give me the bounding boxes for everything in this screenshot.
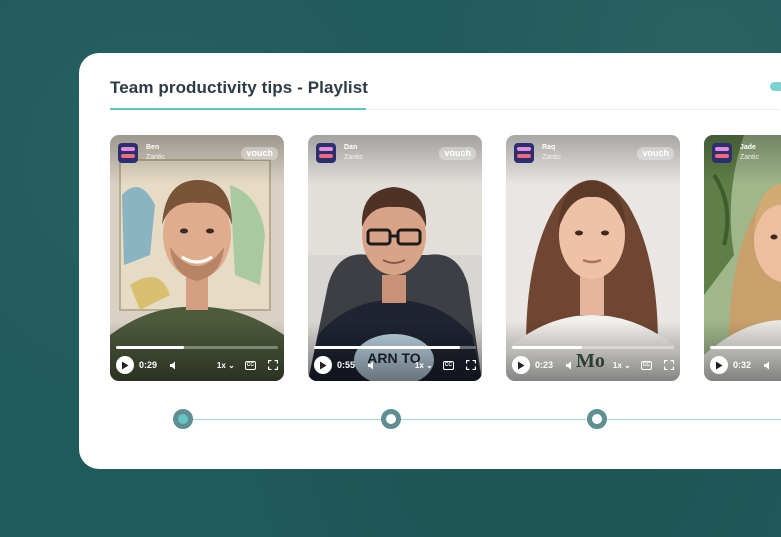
speed-label: 1x <box>216 360 226 370</box>
vouch-logo-icon <box>118 143 138 163</box>
video-card-jade[interactable]: Jade Zantic vouch 0:32 1x ⌄ CC <box>704 135 781 381</box>
captions-button[interactable]: CC <box>640 360 652 370</box>
speed-label: 1x <box>414 360 424 370</box>
volume-button[interactable] <box>565 361 574 370</box>
vouch-logo-icon <box>316 143 336 163</box>
fullscreen-icon <box>268 360 278 370</box>
player-controls: 0:55 1x ⌄ CC <box>314 356 476 374</box>
video-card-dan[interactable]: ARN TO Dan Zantic vouch 0:55 1x ⌄ CC <box>308 135 482 381</box>
play-button[interactable] <box>710 356 728 374</box>
timeline-node[interactable] <box>587 409 607 429</box>
volume-icon <box>368 361 373 369</box>
play-button[interactable] <box>314 356 332 374</box>
vouch-logo-icon <box>514 143 534 163</box>
progress-bar[interactable] <box>116 346 278 349</box>
volume-button[interactable] <box>169 361 178 370</box>
progress-fill <box>710 346 781 349</box>
play-icon <box>122 361 129 369</box>
player-controls: 0:29 1x ⌄ CC <box>116 356 278 374</box>
volume-button[interactable] <box>763 361 772 370</box>
fullscreen-icon <box>664 360 674 370</box>
captions-button[interactable]: CC <box>442 360 454 370</box>
title-underline <box>110 108 366 110</box>
vouch-badge: vouch <box>637 147 674 160</box>
volume-icon <box>566 361 571 369</box>
chevron-down-icon: ⌄ <box>228 360 235 370</box>
vouch-logo-icon <box>712 143 732 163</box>
volume-button[interactable] <box>367 361 376 370</box>
progress-bar[interactable] <box>512 346 674 349</box>
current-time: 0:29 <box>139 360 158 370</box>
vouch-badge: vouch <box>241 147 278 160</box>
current-time: 0:32 <box>733 360 752 370</box>
fullscreen-icon <box>466 360 476 370</box>
speaker-name: Raq <box>542 144 556 151</box>
progress-fill <box>116 346 185 349</box>
current-time: 0:55 <box>337 360 356 370</box>
timeline-node[interactable] <box>381 409 401 429</box>
playlist-title: Team productivity tips - Playlist <box>110 78 369 97</box>
speaker-name: Jade <box>740 144 756 151</box>
play-icon <box>320 361 327 369</box>
current-time: 0:23 <box>535 360 554 370</box>
speaker-name: Dan <box>344 144 358 151</box>
play-button[interactable] <box>116 356 134 374</box>
playback-speed[interactable]: 1x ⌄ <box>415 361 433 370</box>
play-icon <box>716 361 723 369</box>
timeline-node[interactable] <box>173 409 193 429</box>
carousel-indicator[interactable] <box>770 82 781 91</box>
player-controls: 0:32 1x ⌄ CC <box>710 356 781 374</box>
speaker-name: Ben <box>146 144 160 151</box>
video-card-raq[interactable]: Mo Raq Zantic vouch 0:23 1x ⌄ CC <box>506 135 680 381</box>
progress-bar[interactable] <box>314 346 476 349</box>
speaker-company: Zantic <box>740 154 760 161</box>
fullscreen-button[interactable] <box>268 360 278 370</box>
volume-icon <box>170 361 175 369</box>
video-card-ben[interactable]: Ben Zantic vouch 0:29 1x ⌄ CC <box>110 135 284 381</box>
speaker-company: Zantic <box>146 154 166 161</box>
progress-fill <box>314 346 460 349</box>
timeline-track <box>183 419 781 420</box>
speaker-company: Zantic <box>542 154 562 161</box>
play-icon <box>518 361 525 369</box>
player-controls: 0:23 1x ⌄ CC <box>512 356 674 374</box>
play-button[interactable] <box>512 356 530 374</box>
progress-bar[interactable] <box>710 346 781 349</box>
chevron-down-icon: ⌄ <box>426 360 433 370</box>
fullscreen-button[interactable] <box>664 360 674 370</box>
progress-fill <box>512 346 582 349</box>
speaker-company: Zantic <box>344 154 364 161</box>
fullscreen-button[interactable] <box>466 360 476 370</box>
playback-speed[interactable]: 1x ⌄ <box>613 361 631 370</box>
captions-button[interactable]: CC <box>244 360 256 370</box>
playback-speed[interactable]: 1x ⌄ <box>217 361 235 370</box>
playlist-panel: Team productivity tips - Playlist Ben Za… <box>79 53 781 469</box>
speed-label: 1x <box>612 360 622 370</box>
chevron-down-icon: ⌄ <box>624 360 631 370</box>
volume-icon <box>764 361 769 369</box>
vouch-badge: vouch <box>439 147 476 160</box>
